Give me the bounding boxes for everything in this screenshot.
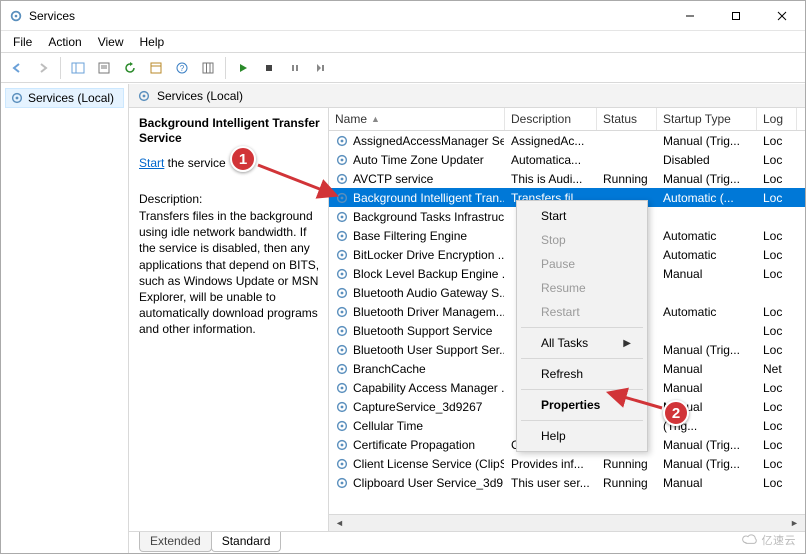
annotation-badge-2: 2 — [663, 400, 689, 426]
annotation-badge-1: 1 — [230, 146, 256, 172]
watermark: 亿速云 — [742, 532, 797, 548]
annotation-arrows — [0, 0, 806, 554]
